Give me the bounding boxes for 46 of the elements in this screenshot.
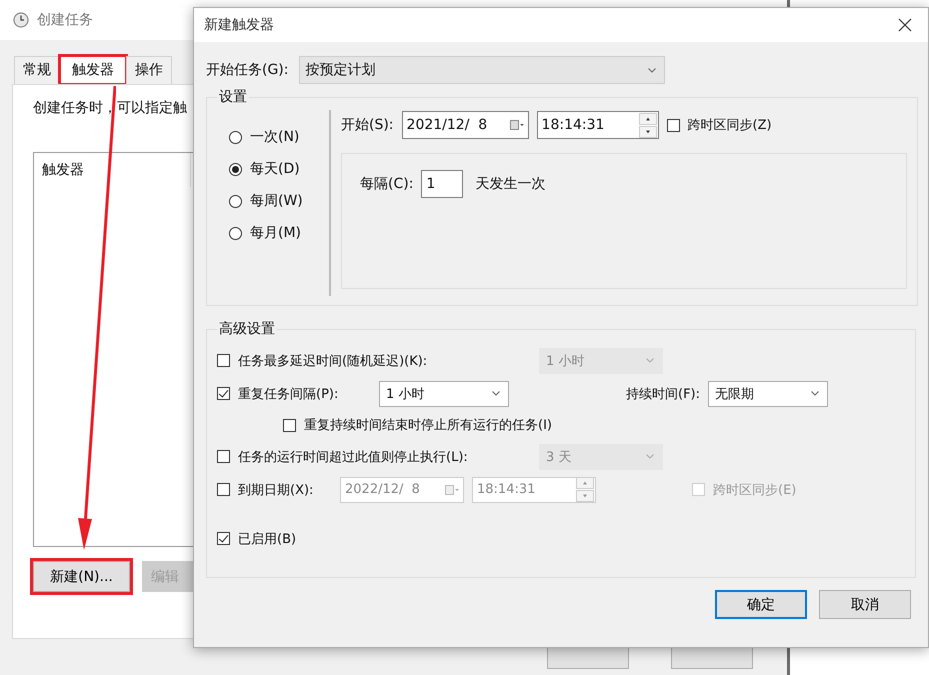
- radio-option[interactable]: 每天(D): [229, 160, 329, 178]
- chevron-icon: [646, 358, 654, 363]
- close-icon[interactable]: [898, 18, 912, 32]
- radio-option[interactable]: 每周(W): [229, 192, 329, 210]
- checkbox-option[interactable]: 重复任务间隔(P):: [217, 384, 338, 402]
- spin-down-icon[interactable]: [638, 126, 657, 138]
- checkbox-option[interactable]: 任务最多延迟时间(随机延迟)(K):: [217, 352, 428, 370]
- tab[interactable]: 触发器: [60, 56, 126, 84]
- begin-dropdown[interactable]: 按预定计划: [298, 56, 664, 84]
- interval-unit: 天发生一次: [475, 175, 546, 193]
- checkbox-option[interactable]: 跨时区同步(Z): [666, 116, 772, 134]
- description-text: 创建任务时，可以指定触: [33, 99, 188, 117]
- time-field[interactable]: 18:14:31: [536, 111, 659, 139]
- button[interactable]: 取消: [819, 590, 911, 619]
- chevron-icon: [492, 391, 500, 396]
- duration-dropdown[interactable]: 无限期: [708, 380, 828, 406]
- calendar-icon[interactable]: [510, 120, 524, 130]
- dialog-title: 新建触发器: [204, 16, 274, 34]
- column-header[interactable]: 触发器: [34, 153, 191, 187]
- checkbox-option[interactable]: 任务的运行时间超过此值则停止执行(L):: [217, 448, 468, 466]
- date-field[interactable]: 2021/12/ 8: [402, 111, 529, 139]
- chevron-icon: [646, 454, 654, 459]
- clock-icon: [13, 12, 29, 28]
- checkbox-option[interactable]: 到期日期(X):: [217, 480, 314, 498]
- calendar-icon[interactable]: [445, 484, 459, 494]
- interval-field[interactable]: 1: [421, 170, 464, 198]
- interval-label: 每隔(C):: [360, 175, 414, 193]
- radio-option[interactable]: 一次(N): [229, 128, 329, 146]
- checkbox-option[interactable]: 已启用(B): [217, 530, 296, 548]
- start-label: 开始(S):: [341, 116, 394, 134]
- repeat-dropdown[interactable]: 1 小时: [379, 380, 509, 406]
- tab[interactable]: 常规: [14, 56, 60, 84]
- chevron-icon: [648, 68, 656, 72]
- duration-label: 持续时间(F):: [626, 386, 700, 402]
- button[interactable]: 新建(N)...: [33, 561, 130, 592]
- group-title: 设置: [218, 88, 248, 106]
- button[interactable]: 确定: [715, 590, 807, 619]
- begin-label: 开始任务(G):: [206, 61, 288, 79]
- checkbox-option[interactable]: 重复持续时间结束时停止所有运行的任务(I): [283, 416, 552, 434]
- window-title: 创建任务: [37, 11, 93, 29]
- spin-up-icon[interactable]: [638, 112, 657, 124]
- date-field[interactable]: 2022/12/ 8: [340, 476, 464, 502]
- tab[interactable]: 操作: [126, 56, 172, 84]
- chevron-icon: [811, 391, 820, 396]
- radio-option[interactable]: 每月(M): [229, 224, 329, 242]
- group-title: 高级设置: [218, 320, 276, 338]
